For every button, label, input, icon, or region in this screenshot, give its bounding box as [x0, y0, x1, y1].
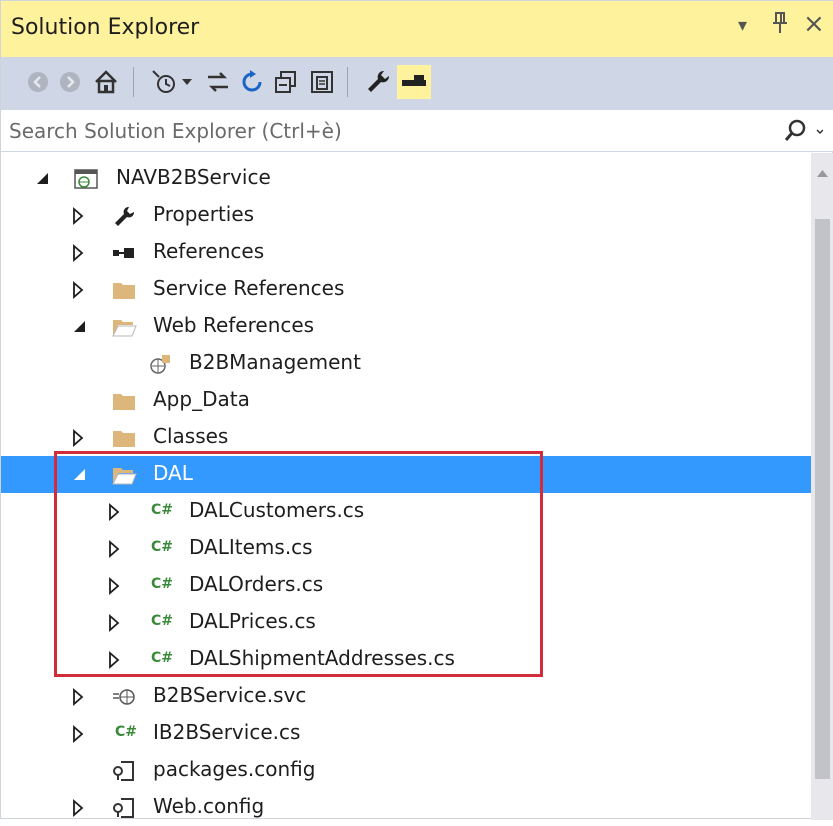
folder-open-icon	[112, 320, 137, 337]
toolbar	[1, 57, 833, 109]
vertical-scrollbar[interactable]	[811, 153, 833, 820]
panel-title-bar: Solution Explorer ▾ ×	[1, 1, 833, 57]
tree-item-dalorders[interactable]: C# DALOrders.cs	[1, 567, 811, 604]
folder-icon	[113, 283, 135, 299]
config-file-icon	[113, 798, 134, 818]
tree-item-label: NAVB2BService	[116, 165, 271, 189]
tree-item-b2bmanagement[interactable]: B2BManagement	[1, 345, 811, 382]
close-icon[interactable]: ×	[803, 9, 825, 39]
collapsed-arrow-icon[interactable]	[69, 207, 87, 225]
tree-item-label: DALCustomers.cs	[189, 498, 365, 522]
tree-item-label: Web.config	[153, 794, 265, 818]
web-reference-icon	[150, 355, 170, 374]
tree-item-packages-config[interactable]: packages.config	[1, 752, 811, 789]
solution-tree: NAVB2BService Properties References Serv…	[1, 153, 811, 820]
tree-item-label: Web References	[153, 313, 315, 337]
tree-item-label: Properties	[153, 202, 255, 226]
tree-item-ib2bservice[interactable]: C# IB2BService.cs	[1, 715, 811, 752]
tree-item-web-config[interactable]: Web.config	[1, 789, 811, 826]
search-icon[interactable]	[783, 118, 824, 148]
tree-item-dalshipmentaddresses[interactable]: C# DALShipmentAddresses.cs	[1, 641, 811, 678]
config-file-icon	[113, 761, 134, 781]
expanded-arrow-icon[interactable]	[71, 466, 89, 484]
tree-item-label: B2BManagement	[189, 350, 361, 374]
collapsed-arrow-icon[interactable]	[69, 799, 87, 817]
wrench-icon	[115, 206, 135, 226]
preview-selected-items-icon[interactable]	[397, 65, 431, 99]
tree-item-label: B2BService.svc	[153, 683, 307, 707]
tree-item-label: packages.config	[153, 757, 316, 781]
folder-icon	[113, 431, 135, 447]
wcf-service-icon	[113, 689, 135, 705]
tree-item-label: Classes	[153, 424, 229, 448]
sync-icon[interactable]	[201, 65, 235, 99]
tree-item-dalprices[interactable]: C# DALPrices.cs	[1, 604, 811, 641]
collapse-all-icon[interactable]	[269, 65, 303, 99]
tree-item-service-references[interactable]: Service References	[1, 271, 811, 308]
scrollbar-thumb[interactable]	[815, 219, 830, 779]
home-icon[interactable]	[89, 65, 123, 99]
window-position-dropdown-icon[interactable]: ▾	[738, 15, 747, 36]
tree-item-app-data[interactable]: App_Data	[1, 382, 811, 419]
collapsed-arrow-icon[interactable]	[69, 429, 87, 447]
csharp-file-icon: C#	[151, 650, 174, 666]
csharp-file-icon: C#	[115, 724, 138, 740]
collapsed-arrow-icon[interactable]	[105, 540, 123, 558]
pending-changes-icon[interactable]	[147, 65, 181, 99]
search-input[interactable]	[1, 110, 771, 151]
properties-wrench-icon[interactable]	[361, 65, 395, 99]
collapsed-arrow-icon[interactable]	[105, 577, 123, 595]
tree-item-label: Service References	[153, 276, 345, 300]
collapsed-arrow-icon[interactable]	[69, 725, 87, 743]
tree-item-label: App_Data	[153, 387, 250, 411]
forward-icon[interactable]	[53, 65, 87, 99]
collapsed-arrow-icon[interactable]	[69, 688, 87, 706]
expanded-arrow-icon[interactable]	[71, 318, 89, 336]
solution-explorer-panel: Solution Explorer ▾ × Search Solution Ex…	[0, 0, 833, 820]
tree-item-label: DALShipmentAddresses.cs	[189, 646, 455, 670]
search-bar	[1, 109, 833, 152]
pin-icon[interactable]	[771, 11, 789, 41]
panel-title: Solution Explorer	[11, 15, 200, 40]
show-all-files-icon[interactable]	[305, 65, 339, 99]
web-project-icon	[74, 169, 98, 189]
tree-item-dalitems[interactable]: C# DALItems.cs	[1, 530, 811, 567]
tree-item-b2bservice-svc[interactable]: B2BService.svc	[1, 678, 811, 715]
expanded-arrow-icon[interactable]	[34, 170, 52, 188]
tree-item-dal[interactable]: DAL	[1, 456, 811, 493]
csharp-file-icon: C#	[151, 613, 174, 629]
tree-item-label: References	[153, 239, 265, 263]
tree-item-label: DAL	[153, 461, 193, 485]
collapsed-arrow-icon[interactable]	[105, 503, 123, 521]
csharp-file-icon: C#	[151, 539, 174, 555]
tree-item-references[interactable]: References	[1, 234, 811, 271]
collapsed-arrow-icon[interactable]	[105, 651, 123, 669]
back-icon[interactable]	[21, 65, 55, 99]
collapsed-arrow-icon[interactable]	[69, 281, 87, 299]
collapsed-arrow-icon[interactable]	[105, 614, 123, 632]
folder-open-icon	[112, 468, 137, 485]
folder-icon	[113, 394, 135, 410]
chevron-down-icon[interactable]	[177, 65, 197, 99]
tree-item-project[interactable]: NAVB2BService	[1, 160, 811, 197]
references-icon	[113, 248, 134, 258]
tree-item-label: DALOrders.cs	[189, 572, 324, 596]
csharp-file-icon: C#	[151, 502, 174, 518]
refresh-icon[interactable]	[235, 65, 269, 99]
tree-item-properties[interactable]: Properties	[1, 197, 811, 234]
tree-item-dalcustomers[interactable]: C# DALCustomers.cs	[1, 493, 811, 530]
collapsed-arrow-icon[interactable]	[69, 244, 87, 262]
tree-item-label: DALItems.cs	[189, 535, 313, 559]
tree-item-classes[interactable]: Classes	[1, 419, 811, 456]
tree-item-label: IB2BService.cs	[153, 720, 301, 744]
csharp-file-icon: C#	[151, 576, 174, 592]
scroll-up-icon[interactable]	[815, 167, 830, 179]
tree-item-label: DALPrices.cs	[189, 609, 316, 633]
tree-item-web-references[interactable]: Web References	[1, 308, 811, 345]
